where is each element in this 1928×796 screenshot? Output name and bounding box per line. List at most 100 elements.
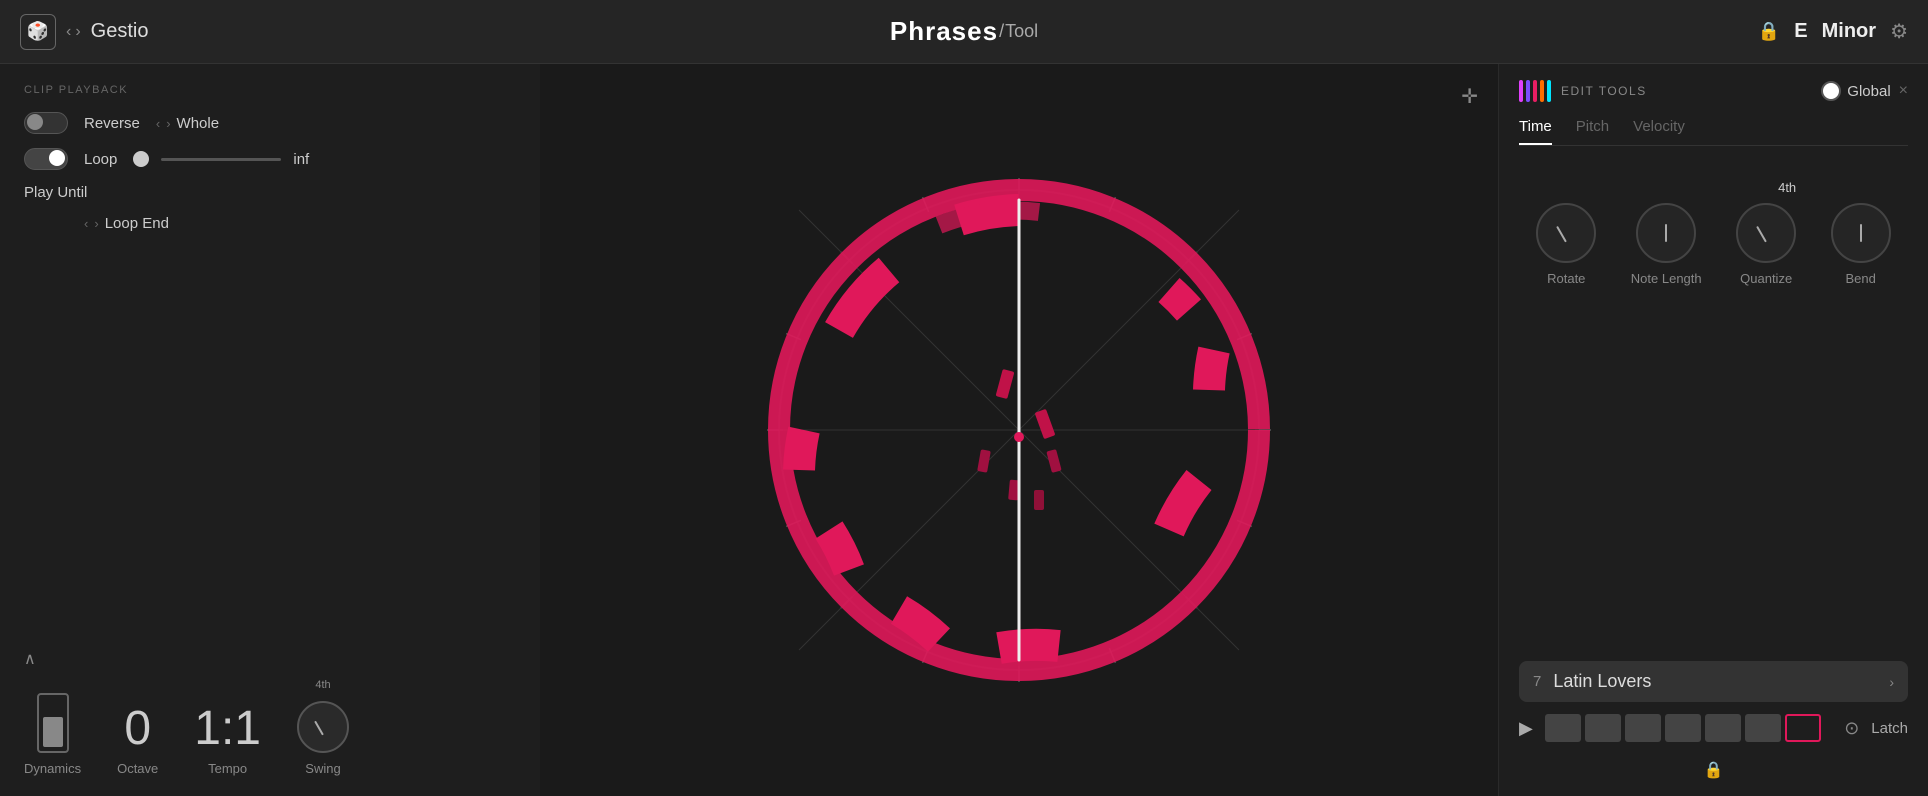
whole-prev[interactable]: ‹ [156, 116, 160, 131]
step-block-2[interactable] [1585, 714, 1621, 742]
swing-value-label: 4th [315, 679, 330, 691]
bottom-controls: ∧ Dynamics 0 Octave 1:1 Tempo [24, 639, 516, 776]
app-icon: 🎲 [20, 14, 56, 50]
global-dot [1821, 81, 1841, 101]
step-block-7[interactable] [1785, 714, 1821, 742]
phrase-circle-svg[interactable] [739, 150, 1299, 710]
loop-end-row: ‹ › Loop End [24, 215, 516, 232]
edit-tools-label: EDIT TOOLS [1561, 84, 1647, 98]
note-length-label: Note Length [1631, 271, 1702, 286]
dynamics-label: Dynamics [24, 761, 81, 776]
global-toggle[interactable]: Global [1821, 81, 1890, 101]
header-left: 🎲 ‹ › Gestio [20, 14, 148, 50]
play-until-row: Play Until [24, 184, 516, 201]
quantize-knob[interactable] [1736, 203, 1796, 263]
step-blocks [1545, 714, 1832, 742]
tool-label: Tool [1005, 21, 1038, 42]
loop-end-prev[interactable]: ‹ [84, 216, 88, 231]
bend-indicator [1860, 224, 1862, 242]
lock-bottom-icon[interactable]: 🔒 [1519, 760, 1908, 780]
nav-forward-button[interactable]: › [75, 23, 80, 41]
nav-back-button[interactable]: ‹ [66, 23, 71, 41]
colorbar-block-3 [1533, 80, 1537, 102]
rotate-knob-item: Rotate [1536, 195, 1596, 286]
loop-slider[interactable]: inf [133, 151, 309, 168]
edit-tools-right: Global × [1821, 81, 1908, 101]
right-panel: EDIT TOOLS Global × Time Pitch Velocity [1498, 64, 1928, 796]
tempo-label: Tempo [208, 761, 247, 776]
main-content: CLIP PLAYBACK Reverse ‹ › Whole Loop inf [0, 64, 1928, 796]
edit-tools-header: EDIT TOOLS Global × [1519, 80, 1908, 102]
note-length-knob[interactable] [1636, 203, 1696, 263]
whole-next[interactable]: › [166, 116, 170, 131]
dynamics-visual[interactable] [37, 693, 69, 753]
loop-value: inf [293, 151, 309, 168]
tempo-item: 1:1 Tempo [194, 705, 261, 776]
step-block-3[interactable] [1625, 714, 1661, 742]
swing-label: Swing [305, 761, 340, 776]
slider-track [161, 158, 281, 161]
arp-icon[interactable]: ⊙ [1844, 718, 1859, 739]
app-title: Gestio [91, 20, 149, 43]
colorbar-block-2 [1526, 80, 1530, 102]
rotate-indicator [1556, 226, 1567, 243]
tab-time[interactable]: Time [1519, 118, 1552, 145]
header-center: Phrases / Tool [890, 16, 1038, 47]
global-label: Global [1847, 83, 1890, 100]
latch-button[interactable]: Latch [1871, 720, 1908, 737]
quantize-label: Quantize [1740, 271, 1792, 286]
playback-row: ▶ ⊙ Latch [1519, 714, 1908, 742]
reverse-label: Reverse [84, 115, 140, 132]
slash-divider: / [999, 21, 1004, 42]
preset-number: 7 [1533, 673, 1541, 690]
knobs-row: Rotate Note Length 4th Quantize [1519, 180, 1908, 286]
tab-pitch[interactable]: Pitch [1576, 118, 1609, 145]
close-button[interactable]: × [1899, 82, 1908, 100]
colorbar-block-1 [1519, 80, 1523, 102]
loop-end-next[interactable]: › [94, 216, 98, 231]
step-block-6[interactable] [1745, 714, 1781, 742]
settings-icon[interactable]: ⚙ [1890, 19, 1908, 44]
lock-icon-bottom: 🔒 [1704, 760, 1724, 780]
octave-label: Octave [117, 761, 158, 776]
phrases-logo: Phrases [890, 16, 998, 47]
bend-knob[interactable] [1831, 203, 1891, 263]
rotate-label: Rotate [1547, 271, 1585, 286]
octave-value[interactable]: 0 [124, 705, 151, 753]
preset-arrow-icon: › [1889, 674, 1894, 690]
swing-dial[interactable] [297, 701, 349, 753]
swing-dial-indicator [314, 721, 324, 736]
dynamics-item: Dynamics [24, 693, 81, 776]
step-block-5[interactable] [1705, 714, 1741, 742]
key-label[interactable]: E [1794, 20, 1807, 43]
play-button[interactable]: ▶ [1519, 718, 1533, 739]
loop-toggle[interactable] [24, 148, 68, 170]
colorbar-block-5 [1547, 80, 1551, 102]
play-until-label: Play Until [24, 184, 87, 201]
circle-wrapper [739, 150, 1299, 710]
scale-label[interactable]: Minor [1822, 20, 1876, 43]
chevron-up-icon[interactable]: ∧ [24, 649, 516, 669]
whole-stepper[interactable]: ‹ › Whole [156, 115, 219, 132]
left-panel: CLIP PLAYBACK Reverse ‹ › Whole Loop inf [0, 64, 540, 796]
lock-icon[interactable]: 🔒 [1758, 21, 1780, 42]
target-icon[interactable]: ✛ [1461, 84, 1478, 109]
tempo-value[interactable]: 1:1 [194, 705, 261, 753]
step-block-4[interactable] [1665, 714, 1701, 742]
reverse-toggle[interactable] [24, 112, 68, 134]
slider-knob[interactable] [133, 151, 149, 167]
quantize-label-top: 4th [1778, 180, 1796, 195]
loop-end-stepper[interactable]: ‹ › Loop End [84, 215, 169, 232]
loop-row: Loop inf [24, 148, 516, 170]
center-visualization: ✛ [540, 64, 1498, 796]
tab-velocity[interactable]: Velocity [1633, 118, 1685, 145]
bend-knob-item: Bend [1831, 195, 1891, 286]
bend-label: Bend [1846, 271, 1876, 286]
edit-tools-tabs: Time Pitch Velocity [1519, 118, 1908, 146]
note-length-indicator [1665, 224, 1667, 242]
preset-selector[interactable]: 7 Latin Lovers › [1519, 661, 1908, 702]
rotate-knob[interactable] [1536, 203, 1596, 263]
dynamics-bar [43, 717, 63, 747]
step-block-1[interactable] [1545, 714, 1581, 742]
clip-playback-label: CLIP PLAYBACK [24, 84, 516, 96]
